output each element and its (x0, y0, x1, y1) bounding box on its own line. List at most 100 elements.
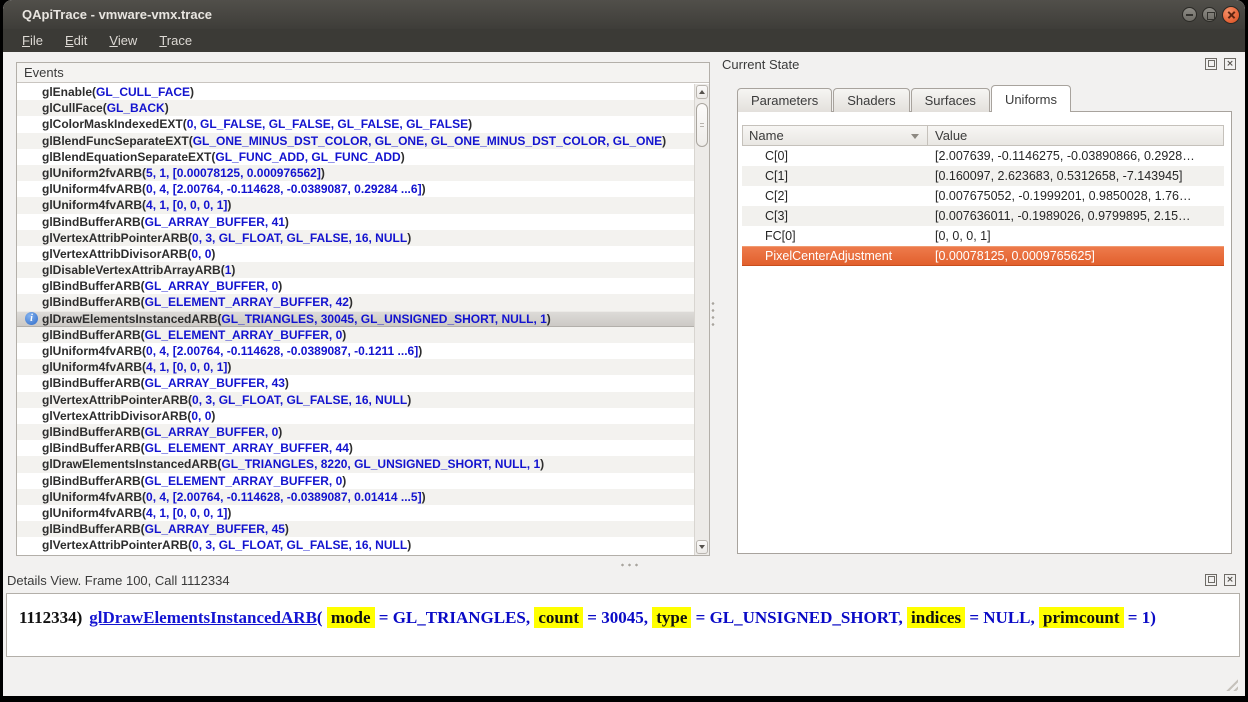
close-paren: ) (547, 312, 551, 326)
close-dock-icon[interactable] (1224, 58, 1236, 70)
close-paren: ) (321, 166, 325, 180)
event-row[interactable]: glBindBufferARB(GL_ELEMENT_ARRAY_BUFFER,… (17, 473, 694, 489)
event-arguments: 0, 3, GL_FLOAT, GL_FALSE, 16, NULL (192, 231, 407, 245)
float-dock-icon[interactable] (1205, 574, 1217, 586)
tab-parameters[interactable]: Parameters (737, 88, 832, 112)
column-header-value[interactable]: Value (928, 126, 1223, 145)
event-arguments: GL_ARRAY_BUFFER, 0 (145, 279, 279, 293)
close-paren: ) (227, 360, 231, 374)
event-function: glBindBufferARB (42, 279, 141, 293)
event-arguments: GL_FUNC_ADD, GL_FUNC_ADD (215, 150, 400, 164)
close-button[interactable] (1222, 6, 1240, 24)
event-row[interactable]: glBindBufferARB(GL_ELEMENT_ARRAY_BUFFER,… (17, 294, 694, 310)
close-paren: ) (540, 457, 544, 471)
call-detail-line: 1112334)glDrawElementsInstancedARB( mode… (19, 608, 1156, 628)
sort-descending-icon (911, 134, 919, 139)
scrollbar-thumb[interactable] (696, 103, 708, 147)
resize-grip-icon[interactable] (1223, 676, 1238, 691)
event-row[interactable]: glVertexAttribDivisorARB(0, 0) (17, 408, 694, 424)
close-paren: ) (422, 490, 426, 504)
uniform-row[interactable]: C[2][0.007675052, -0.1999201, 0.9850028,… (742, 186, 1224, 206)
event-row[interactable]: glBindBufferARB(GL_ARRAY_BUFFER, 43) (17, 375, 694, 391)
event-function: glUniform4fvARB (42, 198, 142, 212)
event-row[interactable]: glBindBufferARB(GL_ARRAY_BUFFER, 45) (17, 521, 694, 537)
event-function: glBindBufferARB (42, 425, 141, 439)
call-number: 1112334) (19, 608, 82, 627)
uniform-name: C[3] (742, 206, 927, 226)
event-row[interactable]: glBindBufferARB(GL_ARRAY_BUFFER, 41) (17, 214, 694, 230)
event-row[interactable]: glUniform4fvARB(0, 4, [2.00764, -0.11462… (17, 489, 694, 505)
scroll-up-button[interactable] (696, 85, 708, 99)
equals-sign: = (691, 608, 709, 627)
event-row[interactable]: glBindBufferARB(GL_ARRAY_BUFFER, 0) (17, 424, 694, 440)
titlebar[interactable]: QApiTrace - vmware-vmx.trace (3, 0, 1245, 29)
param-value-count: 30045, (601, 608, 652, 627)
event-row[interactable]: glUniform4fvARB(4, 1, [0, 0, 0, 1]) (17, 197, 694, 213)
events-scrollbar[interactable] (694, 84, 709, 555)
tab-shaders[interactable]: Shaders (833, 88, 909, 112)
close-paren: ) (349, 441, 353, 455)
event-row[interactable]: glEnable(GL_CULL_FACE) (17, 84, 694, 100)
tab-uniforms[interactable]: Uniforms (991, 85, 1071, 112)
event-row[interactable]: glUniform2fvARB(5, 1, [0.00078125, 0.000… (17, 165, 694, 181)
vertical-splitter[interactable] (711, 300, 715, 326)
event-row[interactable]: glDrawElementsInstancedARB(GL_TRIANGLES,… (17, 456, 694, 472)
uniform-row[interactable]: C[1][0.160097, 2.623683, 0.5312658, -7.1… (742, 166, 1224, 186)
uniform-row[interactable]: C[3][0.007636011, -0.1989026, 0.9799895,… (742, 206, 1224, 226)
menu-item-trace[interactable]: Trace (148, 29, 203, 52)
uniforms-table-body: C[0][2.007639, -0.1146275, -0.03890866, … (742, 146, 1224, 266)
param-name-mode: mode (327, 607, 375, 628)
event-arguments: 0, 3, GL_FLOAT, GL_FALSE, 16, NULL (192, 538, 407, 552)
close-paren: ) (1150, 608, 1156, 627)
event-row[interactable]: glColorMaskIndexedEXT(0, GL_FALSE, GL_FA… (17, 116, 694, 132)
event-row[interactable]: glBindBufferARB(GL_ARRAY_BUFFER, 0) (17, 278, 694, 294)
tab-surfaces[interactable]: Surfaces (911, 88, 990, 112)
event-arguments: 0, 3, GL_FLOAT, GL_FALSE, 16, NULL (192, 393, 407, 407)
details-dock-buttons (1205, 574, 1236, 586)
event-function: glColorMaskIndexedEXT (42, 117, 183, 131)
event-function: glBindBufferARB (42, 215, 141, 229)
event-row[interactable]: glUniform4fvARB(0, 4, [2.00764, -0.11462… (17, 343, 694, 359)
minimize-button[interactable] (1182, 7, 1197, 22)
event-row[interactable]: glVertexAttribPointerARB(0, 3, GL_FLOAT,… (17, 230, 694, 246)
uniform-row[interactable]: C[0][2.007639, -0.1146275, -0.03890866, … (742, 146, 1224, 166)
event-row[interactable]: glUniform4fvARB(4, 1, [0, 0, 0, 1]) (17, 505, 694, 521)
param-name-indices: indices (907, 607, 965, 628)
menu-item-edit[interactable]: Edit (54, 29, 98, 52)
event-row[interactable]: iglDrawElementsInstancedARB(GL_TRIANGLES… (17, 311, 694, 327)
float-dock-icon[interactable] (1205, 58, 1217, 70)
event-row[interactable]: glVertexAttribPointerARB(0, 3, GL_FLOAT,… (17, 537, 694, 553)
uniform-row[interactable]: PixelCenterAdjustment[0.00078125, 0.0009… (742, 246, 1224, 266)
event-row[interactable]: glUniform4fvARB(4, 1, [0, 0, 0, 1]) (17, 359, 694, 375)
close-paren: ) (422, 182, 426, 196)
event-function: glUniform4fvARB (42, 344, 142, 358)
close-dock-icon[interactable] (1224, 574, 1236, 586)
event-row[interactable]: glBlendEquationSeparateEXT(GL_FUNC_ADD, … (17, 149, 694, 165)
event-row[interactable]: glBlendFuncSeparateEXT(GL_ONE_MINUS_DST_… (17, 133, 694, 149)
column-header-name[interactable]: Name (743, 126, 928, 145)
scroll-down-button[interactable] (696, 540, 708, 554)
horizontal-splitter[interactable] (619, 563, 641, 567)
menu-item-view[interactable]: View (98, 29, 148, 52)
event-row[interactable]: glBindBufferARB(GL_ELEMENT_ARRAY_BUFFER,… (17, 327, 694, 343)
menu-item-file[interactable]: File (11, 29, 54, 52)
event-row[interactable]: glCullFace(GL_BACK) (17, 100, 694, 116)
event-row[interactable]: glVertexAttribDivisorARB(0, 0) (17, 246, 694, 262)
uniform-name: C[1] (742, 166, 927, 186)
maximize-button[interactable] (1202, 7, 1217, 22)
uniform-row[interactable]: FC[0][0, 0, 0, 1] (742, 226, 1224, 246)
call-function-link[interactable]: glDrawElementsInstancedARB (89, 608, 317, 627)
current-state-title: Current State (722, 57, 799, 72)
event-arguments: 0, 4, [2.00764, -0.114628, -0.0389087, 0… (146, 490, 422, 504)
event-row[interactable]: glDisableVertexAttribArrayARB(1) (17, 262, 694, 278)
event-arguments: 4, 1, [0, 0, 0, 1] (146, 198, 227, 212)
events-list[interactable]: glEnable(GL_CULL_FACE)glCullFace(GL_BACK… (17, 84, 694, 555)
event-function: glBindBufferARB (42, 474, 141, 488)
uniform-value: [2.007639, -0.1146275, -0.03890866, 0.29… (927, 146, 1224, 166)
event-row[interactable]: glVertexAttribPointerARB(0, 3, GL_FLOAT,… (17, 392, 694, 408)
event-arguments: GL_CULL_FACE (96, 85, 190, 99)
info-icon: i (25, 312, 38, 325)
event-row[interactable]: glBindBufferARB(GL_ELEMENT_ARRAY_BUFFER,… (17, 440, 694, 456)
event-row[interactable]: glUniform4fvARB(0, 4, [2.00764, -0.11462… (17, 181, 694, 197)
event-function: glDisableVertexAttribArrayARB (42, 263, 221, 277)
